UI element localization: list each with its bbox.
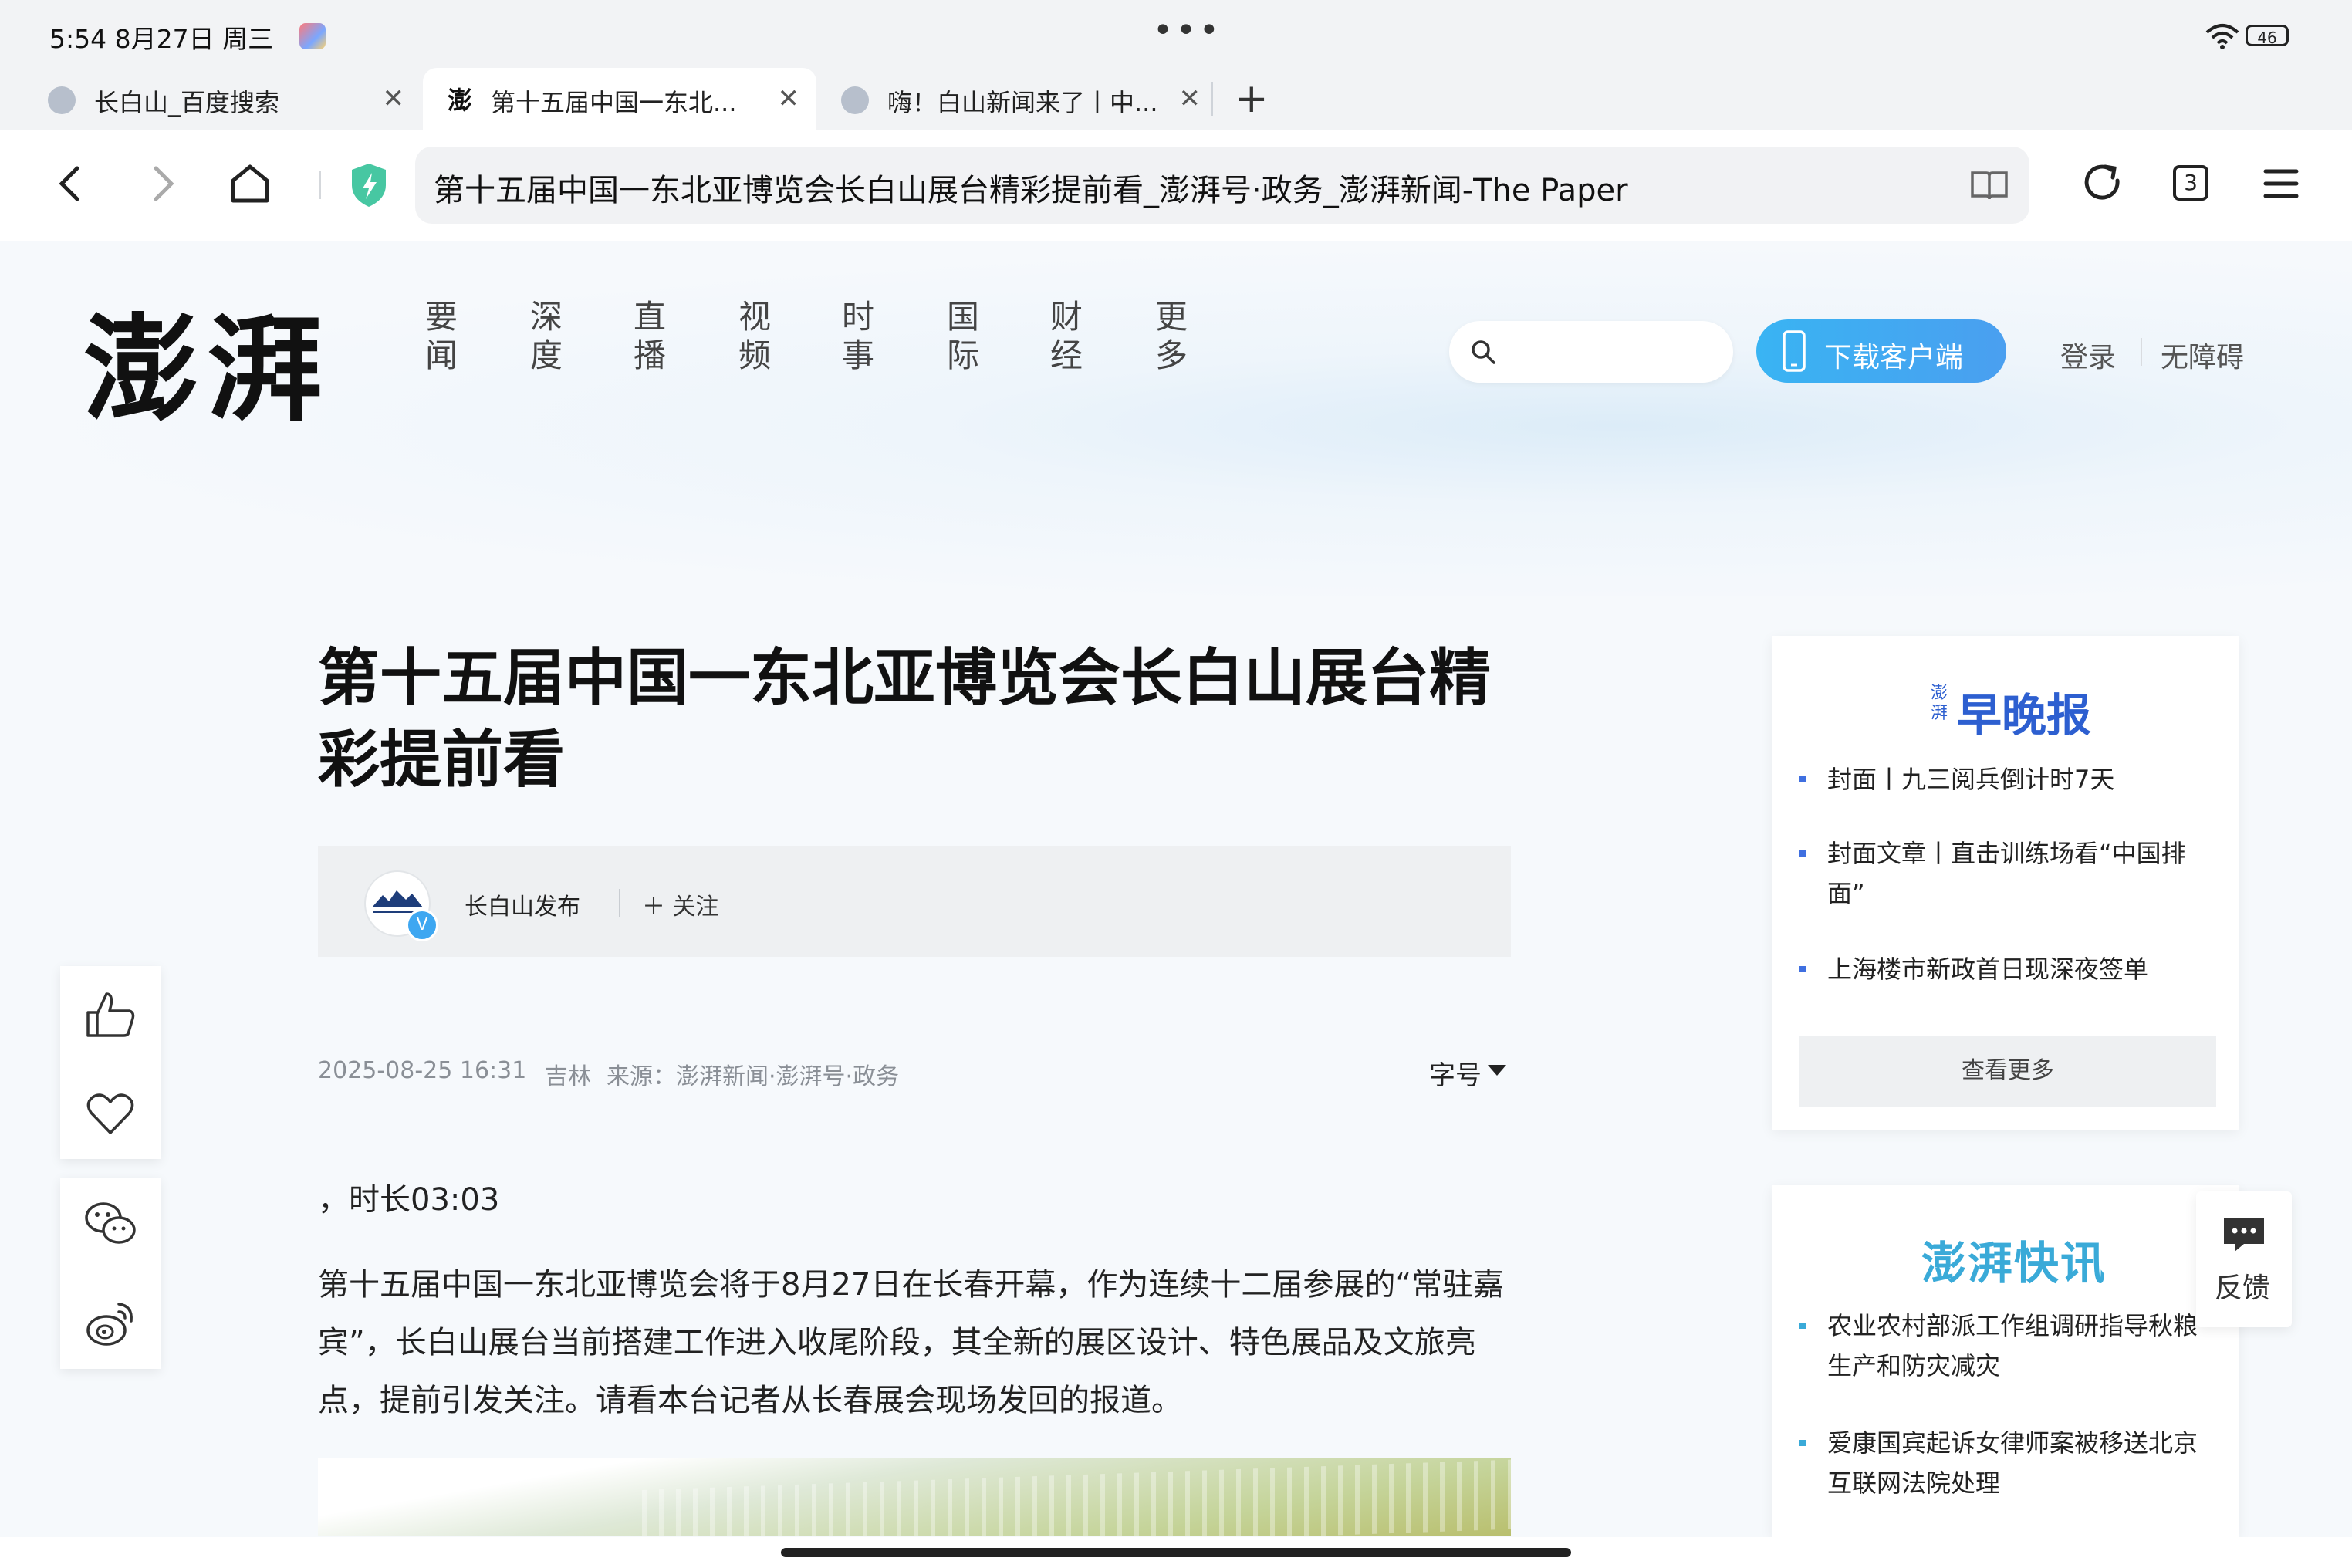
list-bullet (1799, 850, 1806, 857)
refresh-icon[interactable] (2079, 159, 2128, 208)
verified-badge: V (406, 909, 438, 941)
feedback-label: 反馈 (2215, 1272, 2271, 1304)
heart-icon[interactable] (82, 1085, 139, 1142)
font-size-button[interactable]: 字号 (1429, 1054, 1482, 1092)
page-header (0, 241, 2352, 596)
author-name[interactable]: 长白山发布 (465, 887, 580, 921)
menu-hamburger-icon[interactable] (2256, 159, 2306, 208)
card1-logo[interactable]: 早晚报 (1957, 679, 2091, 744)
accessibility-link[interactable]: 无障碍 (2161, 335, 2244, 375)
wechat-icon[interactable] (82, 1196, 139, 1253)
tab-title: 长白山_百度搜索 (94, 88, 280, 117)
download-app-label: 下载客户端 (1824, 342, 1964, 373)
author-divider (619, 889, 620, 917)
list-bullet (1799, 776, 1806, 782)
tab-thepaper-active[interactable]: 澎 第十五届中国一东北... ✕ (423, 68, 816, 130)
nav-item-yaowen[interactable]: 要闻 (421, 298, 461, 375)
reader-mode-book-icon[interactable] (1969, 165, 2009, 205)
card1-logo-small: 澎湃 (1931, 684, 1948, 723)
article-title: 第十五届中国一东北亚博览会长白山展台精彩提前看 (318, 642, 1491, 796)
new-tab-plus-icon[interactable]: + (1235, 76, 1269, 122)
battery-indicator: 46 (2246, 25, 2289, 47)
search-icon[interactable] (1469, 338, 1497, 366)
nav-item-caijing[interactable]: 财经 (1046, 298, 1086, 375)
close-icon[interactable]: ✕ (1179, 83, 1201, 114)
image-texture (642, 1458, 1511, 1536)
article-source: 来源：澎湃新闻·澎湃号·政务 (607, 1063, 900, 1090)
back-arrow-icon[interactable] (46, 159, 96, 208)
follow-button[interactable]: ＋ 关注 (642, 887, 719, 921)
tab-baidu-search[interactable]: 长白山_百度搜索 ✕ (0, 68, 421, 130)
tab-title: 第十五届中国一东北... (491, 88, 737, 117)
article-image[interactable] (318, 1458, 1511, 1536)
news-item[interactable]: 上海楼市新政首日现深夜签单 (1827, 949, 2201, 989)
home-indicator[interactable] (781, 1548, 1571, 1557)
nav-item-shendu[interactable]: 深度 (526, 298, 566, 375)
chat-bubble-icon (2224, 1218, 2264, 1252)
news-item[interactable]: 农业农村部派工作组调研指导秋粮生产和防灾减灾 (1827, 1306, 2205, 1386)
nav-item-shipin[interactable]: 视频 (735, 298, 775, 375)
nav-item-guoji[interactable]: 国际 (943, 298, 983, 375)
thumbs-up-icon[interactable] (82, 986, 139, 1043)
article-body-paragraph: 第十五届中国一东北亚博览会将于8月27日在长春开幕，作为连续十二届参展的“常驻嘉… (318, 1267, 1505, 1418)
feedback-button[interactable] (2196, 1191, 2292, 1327)
wifi-icon (2205, 24, 2239, 49)
news-item[interactable]: 爱康国宾起诉女律师案被移送北京互联网法院处理 (1827, 1423, 2205, 1503)
list-bullet (1799, 1323, 1806, 1329)
news-item[interactable]: 封面丨九三阅兵倒计时7天 (1827, 759, 2201, 799)
view-more-button[interactable]: 查看更多 (1799, 1036, 2216, 1107)
news-item[interactable]: 封面文章丨直击训练场看“中国排面” (1827, 833, 2201, 914)
url-text[interactable]: 第十五届中国一东北亚博览会长白山展台精彩提前看_澎湃号·政务_澎湃新闻-The … (434, 165, 1628, 210)
multitasking-dots-icon[interactable]: ••• (1153, 11, 1222, 50)
link-icon (48, 86, 76, 114)
close-icon[interactable]: ✕ (383, 83, 405, 114)
phone-icon (1783, 330, 1806, 372)
nav-item-shishi[interactable]: 时事 (838, 298, 878, 375)
publish-location: 吉林 (545, 1063, 591, 1090)
thepaper-logo[interactable]: 澎湃 (83, 276, 330, 444)
status-time: 5:54 8月27日 周三 (49, 24, 274, 54)
tab-count-button[interactable]: 3 (2173, 165, 2208, 201)
toolbar-divider (319, 171, 321, 199)
publish-date: 2025-08-25 16:31 (318, 1057, 527, 1084)
link-icon (841, 86, 869, 114)
video-duration: ，时长03:03 (318, 1182, 500, 1218)
nav-item-zhibo[interactable]: 直播 (630, 298, 670, 375)
home-icon[interactable] (225, 159, 275, 208)
tab-title: 嗨！白山新闻来了丨中... (887, 88, 1158, 117)
login-link[interactable]: 登录 (2060, 335, 2116, 375)
weibo-icon[interactable] (82, 1295, 139, 1352)
tab-divider (1211, 82, 1213, 116)
close-icon[interactable]: ✕ (778, 83, 800, 114)
forward-arrow-icon[interactable] (137, 159, 187, 208)
thepaper-favicon-icon: 澎 (447, 86, 472, 115)
tab-baishan-news[interactable]: 嗨！白山新闻来了丨中... ✕ (818, 68, 1218, 130)
caret-down-icon[interactable] (1488, 1065, 1506, 1076)
list-bullet (1799, 966, 1806, 972)
card2-logo[interactable]: 澎湃快讯 (1921, 1227, 2107, 1292)
photos-app-icon (299, 23, 326, 49)
security-shield-icon[interactable] (349, 162, 389, 208)
header-divider (2141, 338, 2142, 366)
nav-item-gengduo[interactable]: 更多 (1151, 298, 1191, 375)
list-bullet (1799, 1440, 1806, 1446)
